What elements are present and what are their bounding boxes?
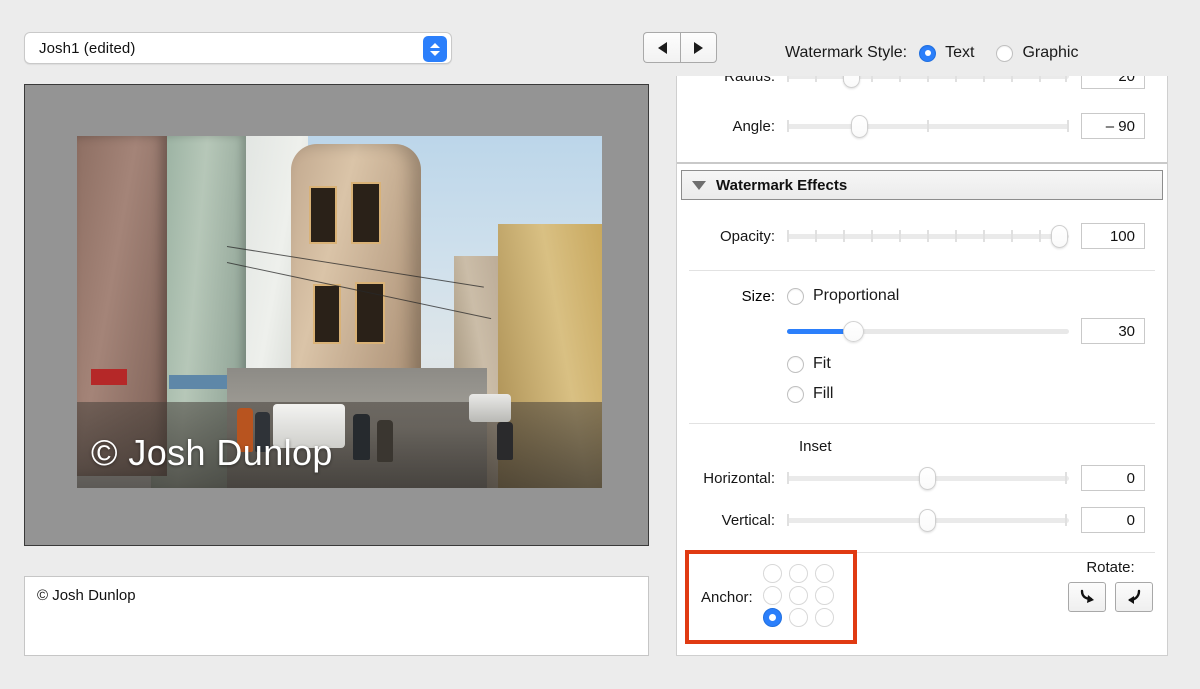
radio-size-fit[interactable]: [787, 356, 804, 373]
photo-person: [377, 420, 393, 462]
inset-horizontal-label: Horizontal:: [677, 470, 787, 487]
size-value[interactable]: 30: [1081, 318, 1145, 344]
watermark-effects-title: Watermark Effects: [716, 177, 847, 194]
watermark-effects-disclosure[interactable]: Watermark Effects: [681, 170, 1163, 200]
section-separator: [689, 270, 1155, 271]
preset-row: Josh1 (edited): [24, 32, 452, 64]
anchor-label: Anchor:: [701, 589, 753, 606]
radius-row-clipped: Radius: 20: [677, 76, 1167, 94]
panel-divider: [676, 162, 1168, 164]
anchor-highlight-box: Anchor:: [685, 550, 857, 644]
rotate-counterclockwise-button[interactable]: [1115, 582, 1153, 612]
up-down-chevron-icon[interactable]: [423, 36, 447, 62]
anchor-middle-right[interactable]: [815, 586, 834, 605]
watermark-text-input[interactable]: © Josh Dunlop: [24, 576, 649, 656]
watermark-style-label: Watermark Style:: [785, 44, 907, 62]
anchor-top-right[interactable]: [815, 564, 834, 583]
photo-person: [497, 422, 513, 460]
app-window: Josh1 (edited): [0, 0, 1200, 689]
photo-car: [469, 394, 511, 422]
rotate-counterclockwise-arrow-icon: [1124, 587, 1144, 607]
anchor-bottom-left[interactable]: [763, 608, 782, 627]
angle-value[interactable]: – 90: [1081, 113, 1145, 139]
anchor-middle-left[interactable]: [763, 586, 782, 605]
size-fill-row: Fill: [677, 379, 1167, 409]
angle-label: Angle:: [677, 118, 787, 135]
watermark-overlay-text: © Josh Dunlop: [77, 432, 333, 488]
photo-red-sign: [91, 369, 127, 385]
photo-canvas: © Josh Dunlop: [77, 136, 602, 488]
size-proportional-row: Size: Proportional: [677, 279, 1167, 313]
inset-horizontal-slider[interactable]: [787, 467, 1069, 489]
opacity-value[interactable]: 100: [1081, 223, 1145, 249]
preset-popup-button[interactable]: Josh1 (edited): [24, 32, 452, 64]
inset-horizontal-row: Horizontal: 0: [677, 460, 1167, 496]
anchor-rotate-area: Anchor: Rotate:: [677, 553, 1167, 641]
anchor-top-left[interactable]: [763, 564, 782, 583]
anchor-bottom-right[interactable]: [815, 608, 834, 627]
radio-size-proportional[interactable]: [787, 288, 804, 305]
label-size-fit: Fit: [813, 355, 831, 373]
label-size-proportional: Proportional: [813, 287, 899, 305]
previous-button[interactable]: [643, 32, 680, 63]
opacity-slider[interactable]: [787, 225, 1069, 247]
photo-person: [353, 414, 370, 460]
triangle-left-icon: [658, 42, 667, 54]
navigation-buttons: [643, 32, 717, 63]
opacity-row: Opacity: 100: [677, 218, 1167, 254]
next-button[interactable]: [680, 32, 717, 63]
size-label: Size:: [677, 288, 787, 305]
triangle-right-icon: [694, 42, 703, 54]
size-slider-row: 30: [677, 313, 1167, 349]
inset-vertical-slider[interactable]: [787, 509, 1069, 531]
anchor-top-center[interactable]: [789, 564, 808, 583]
rotate-clockwise-arrow-icon: [1077, 587, 1097, 607]
anchor-middle-center[interactable]: [789, 586, 808, 605]
radius-label: Radius:: [677, 76, 787, 85]
size-slider[interactable]: [787, 320, 1069, 342]
image-preview-area[interactable]: © Josh Dunlop: [24, 84, 649, 546]
label-watermark-style-text: Text: [945, 44, 974, 62]
anchor-bottom-center[interactable]: [789, 608, 808, 627]
angle-row: Angle: – 90: [677, 108, 1167, 144]
size-fit-row: Fit: [677, 349, 1167, 379]
rotate-label: Rotate:: [1068, 559, 1153, 576]
label-watermark-style-graphic: Graphic: [1022, 44, 1078, 62]
rotate-area: Rotate:: [1068, 559, 1153, 612]
inset-vertical-label: Vertical:: [677, 512, 787, 529]
inset-vertical-value[interactable]: 0: [1081, 507, 1145, 533]
angle-slider[interactable]: [787, 115, 1069, 137]
section-separator: [689, 423, 1155, 424]
opacity-label: Opacity:: [677, 228, 787, 245]
radius-slider[interactable]: [787, 76, 1069, 87]
rotate-buttons: [1068, 582, 1153, 612]
anchor-grid: [763, 564, 841, 630]
watermark-settings-panel: Radius: 20: [676, 76, 1168, 656]
radio-watermark-style-graphic[interactable]: [996, 45, 1013, 62]
radio-watermark-style-text[interactable]: [919, 45, 936, 62]
inset-title: Inset: [677, 432, 1167, 460]
radio-size-fill[interactable]: [787, 386, 804, 403]
triangle-down-icon: [692, 181, 706, 190]
preset-name: Josh1 (edited): [25, 40, 135, 57]
inset-horizontal-value[interactable]: 0: [1081, 465, 1145, 491]
label-size-fill: Fill: [813, 385, 833, 403]
radius-value[interactable]: 20: [1081, 76, 1145, 89]
watermark-style-row: Watermark Style: Text Graphic: [785, 44, 1078, 62]
inset-vertical-row: Vertical: 0: [677, 502, 1167, 538]
rotate-clockwise-button[interactable]: [1068, 582, 1106, 612]
